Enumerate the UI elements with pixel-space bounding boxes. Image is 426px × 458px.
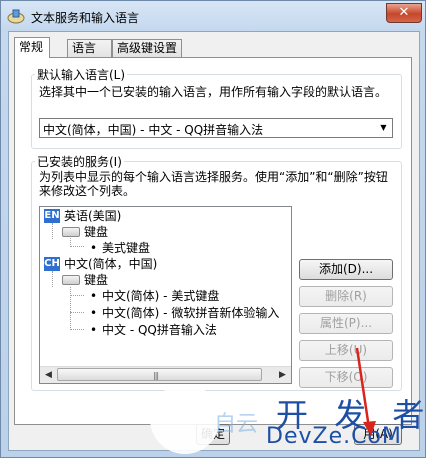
- tab-general[interactable]: 常规: [14, 37, 50, 58]
- tab-general-label: 常规: [19, 40, 44, 54]
- annotation-arrow-icon: [355, 347, 376, 436]
